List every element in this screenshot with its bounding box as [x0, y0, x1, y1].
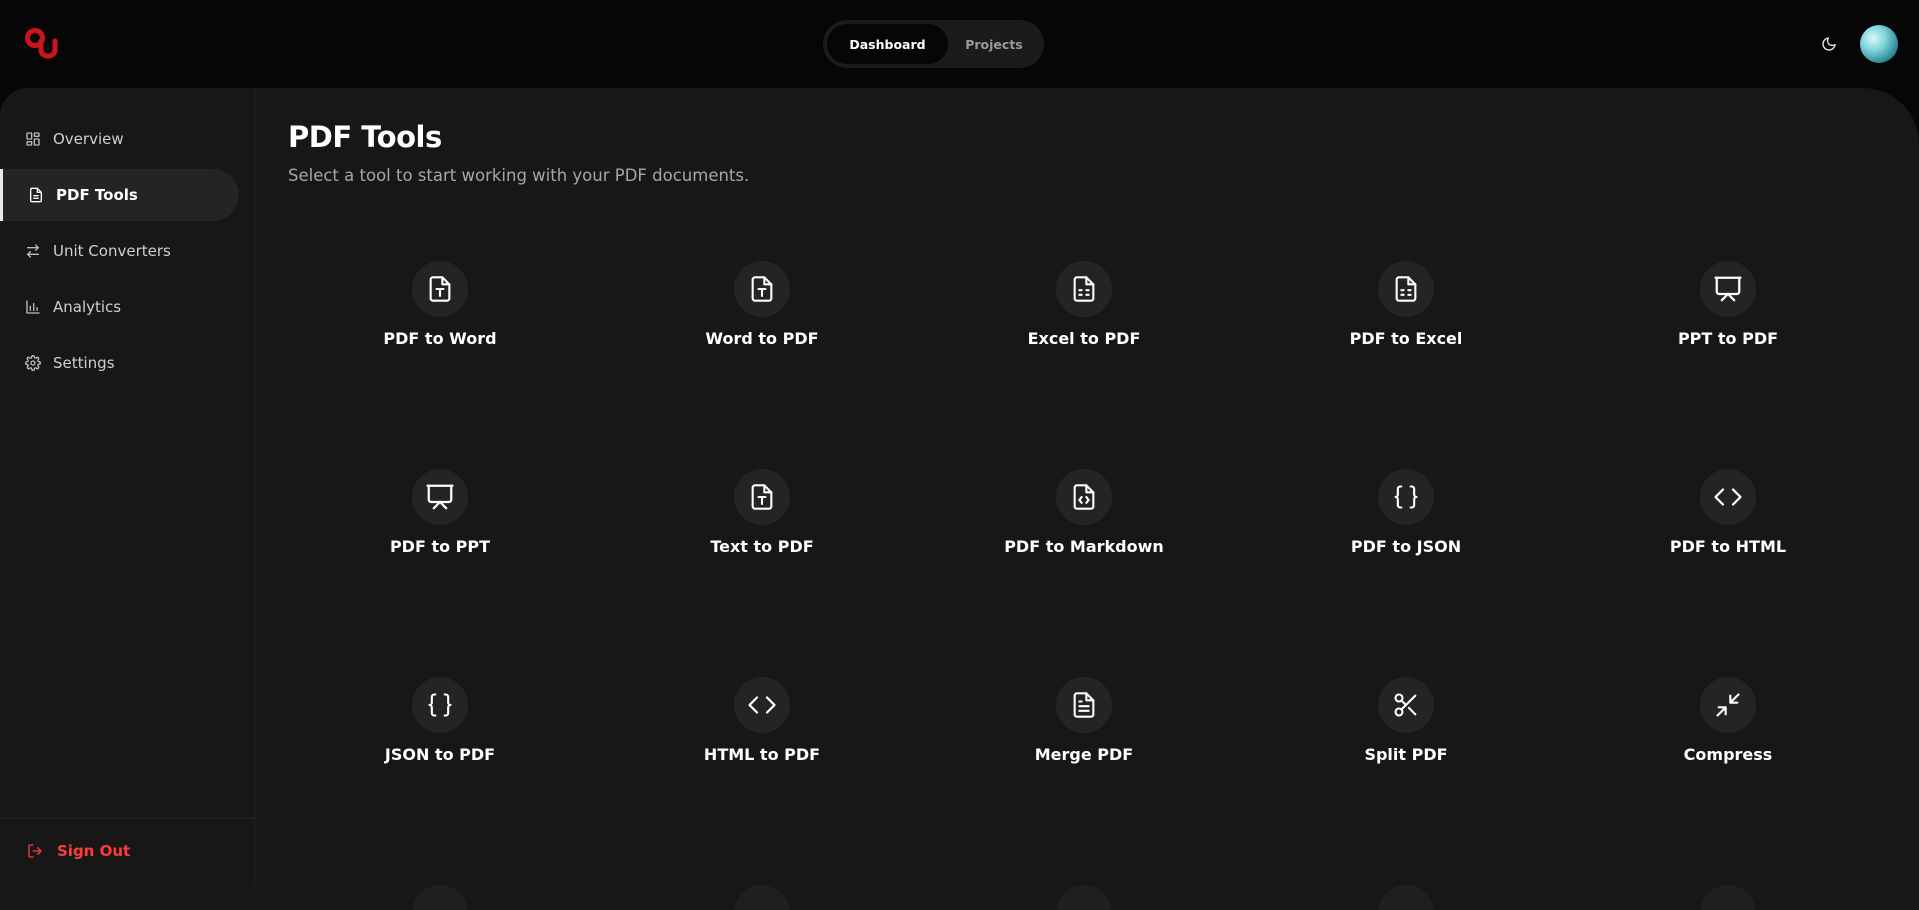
- tab-dashboard[interactable]: Dashboard: [827, 24, 948, 64]
- file-text-type-icon: [412, 261, 468, 317]
- log-out-icon: [27, 842, 45, 860]
- tool-pdf-to-markdown[interactable]: PDF to Markdown: [984, 469, 1184, 589]
- sidebar: Overview PDF Tools Unit Converters Analy…: [0, 88, 255, 886]
- file-lines-icon: [1056, 677, 1112, 733]
- grid-icon: [24, 130, 42, 148]
- tool-word-to-pdf[interactable]: Word to PDF: [662, 261, 862, 381]
- minimize-icon: [1700, 677, 1756, 733]
- file-text-type-icon: [734, 261, 790, 317]
- bar-chart-icon: [24, 298, 42, 316]
- tool-label: Word to PDF: [705, 329, 819, 348]
- presentation-icon: [412, 469, 468, 525]
- sidebar-item-unit-converters[interactable]: Unit Converters: [0, 225, 239, 277]
- top-bar: Dashboard Projects: [0, 0, 1919, 88]
- tool-split-pdf[interactable]: Split PDF: [1306, 677, 1506, 797]
- braces-icon: [412, 677, 468, 733]
- sign-out-label: Sign Out: [57, 842, 131, 860]
- tool-label: JSON to PDF: [384, 745, 496, 764]
- tool-merge-pdf[interactable]: Merge PDF: [984, 677, 1184, 797]
- tool-label: Excel to PDF: [1027, 329, 1141, 348]
- tool-label: HTML to PDF: [703, 745, 821, 764]
- tool-label: PDF to HTML: [1669, 537, 1787, 556]
- sidebar-item-overview[interactable]: Overview: [0, 113, 239, 165]
- tab-projects[interactable]: Projects: [948, 24, 1040, 64]
- tool-pdf-to-excel[interactable]: PDF to Excel: [1306, 261, 1506, 381]
- file-spreadsheet-icon: [1378, 261, 1434, 317]
- tool-icon-partial[interactable]: [1378, 885, 1434, 910]
- tool-ppt-to-pdf[interactable]: PPT to PDF: [1628, 261, 1828, 381]
- tool-json-to-pdf[interactable]: JSON to PDF: [340, 677, 540, 797]
- sidebar-item-label: Overview: [53, 130, 124, 148]
- sidebar-item-label: Settings: [53, 354, 115, 372]
- tool-label: PDF to Excel: [1349, 329, 1463, 348]
- sidebar-item-label: Analytics: [53, 298, 122, 316]
- tool-label: Compress: [1683, 745, 1773, 764]
- scissors-icon: [1378, 677, 1434, 733]
- sidebar-item-label: Unit Converters: [53, 242, 171, 260]
- tool-compress[interactable]: Compress: [1628, 677, 1828, 797]
- tool-label: Split PDF: [1364, 745, 1448, 764]
- tool-icon-partial[interactable]: [1056, 885, 1112, 910]
- code-brackets-icon: [1700, 469, 1756, 525]
- tool-icon-partial[interactable]: [734, 885, 790, 910]
- page-subtitle: Select a tool to start working with your…: [288, 166, 750, 185]
- file-spreadsheet-icon: [1056, 261, 1112, 317]
- file-icon: [27, 186, 45, 204]
- tool-text-to-pdf[interactable]: Text to PDF: [662, 469, 862, 589]
- page-title: PDF Tools: [288, 120, 442, 154]
- tool-icon-partial[interactable]: [1700, 885, 1756, 910]
- sidebar-item-analytics[interactable]: Analytics: [0, 281, 239, 333]
- sign-out-button[interactable]: Sign Out: [0, 831, 240, 871]
- tool-label: PDF to JSON: [1350, 537, 1462, 556]
- tool-label: PDF to PPT: [389, 537, 491, 556]
- gear-icon: [24, 354, 42, 372]
- moon-icon[interactable]: [1818, 33, 1840, 55]
- arrows-left-right-icon: [24, 242, 42, 260]
- file-text-type-icon: [734, 469, 790, 525]
- tool-html-to-pdf[interactable]: HTML to PDF: [662, 677, 862, 797]
- braces-icon: [1378, 469, 1434, 525]
- tool-pdf-to-word[interactable]: PDF to Word: [340, 261, 540, 381]
- presentation-icon: [1700, 261, 1756, 317]
- main-content: PDF Tools Select a tool to start working…: [288, 88, 1888, 910]
- main-panel: Overview PDF Tools Unit Converters Analy…: [0, 88, 1919, 910]
- avatar[interactable]: [1860, 25, 1898, 63]
- tool-label: Merge PDF: [1034, 745, 1134, 764]
- tool-pdf-to-ppt[interactable]: PDF to PPT: [340, 469, 540, 589]
- tool-pdf-to-json[interactable]: PDF to JSON: [1306, 469, 1506, 589]
- sidebar-item-settings[interactable]: Settings: [0, 337, 239, 389]
- tool-label: PDF to Word: [383, 329, 497, 348]
- brand-logo[interactable]: [24, 27, 58, 59]
- tool-pdf-to-html[interactable]: PDF to HTML: [1628, 469, 1828, 589]
- tool-label: PDF to Markdown: [1004, 537, 1164, 556]
- sidebar-divider: [0, 818, 255, 819]
- tool-label: PPT to PDF: [1677, 329, 1779, 348]
- code-brackets-icon: [734, 677, 790, 733]
- sidebar-item-label: PDF Tools: [56, 186, 138, 204]
- tool-excel-to-pdf[interactable]: Excel to PDF: [984, 261, 1184, 381]
- sidebar-item-pdf-tools[interactable]: PDF Tools: [0, 169, 239, 221]
- main-nav: Dashboard Projects: [823, 20, 1044, 68]
- tool-label: Text to PDF: [710, 537, 814, 556]
- tool-icon-partial[interactable]: [412, 885, 468, 910]
- file-code-icon: [1056, 469, 1112, 525]
